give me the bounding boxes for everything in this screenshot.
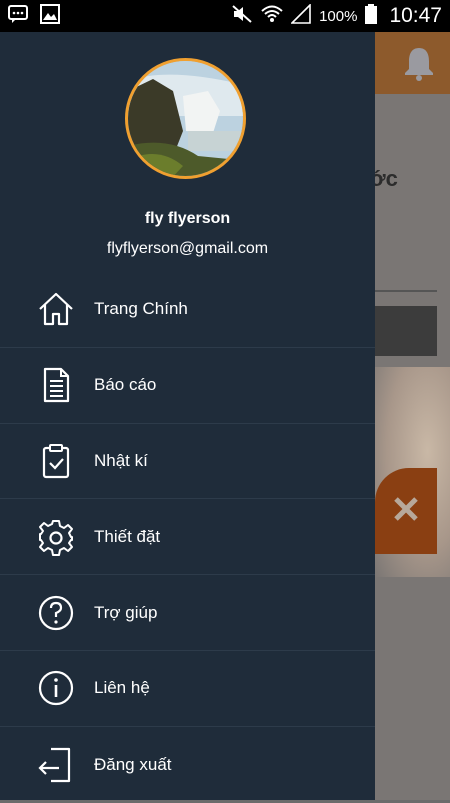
bell-icon[interactable] (400, 44, 438, 87)
menu-item-diary[interactable]: Nhật kí (0, 424, 375, 500)
menu-item-contact[interactable]: Liên hệ (0, 651, 375, 727)
menu-item-report[interactable]: Báo cáo (0, 348, 375, 424)
navigation-drawer: fly flyerson flyflyerson@gmail.com Trang… (0, 32, 375, 800)
menu-item-help[interactable]: Trợ giúp (0, 575, 375, 651)
message-notification-icon (8, 4, 28, 29)
mute-icon (231, 4, 253, 29)
battery-icon (365, 3, 378, 29)
menu-item-label: Đăng xuất (94, 754, 172, 774)
document-icon (36, 365, 76, 405)
menu-item-home[interactable]: Trang Chính (0, 272, 375, 348)
menu-item-label: Trang Chính (94, 299, 188, 319)
wifi-icon (261, 4, 283, 29)
menu-item-settings[interactable]: Thiết đặt (0, 499, 375, 576)
battery-percent: 100% (319, 7, 358, 25)
signal-icon (290, 2, 311, 29)
home-icon (36, 289, 76, 329)
menu-item-label: Báo cáo (94, 375, 157, 395)
menu-item-label: Trợ giúp (94, 602, 158, 622)
background-divider (375, 290, 437, 292)
menu-item-logout[interactable]: Đăng xuất (0, 727, 375, 803)
background-bar (375, 306, 437, 356)
drawer-menu: Trang Chính Báo cáo Nhật kí Thiết đặt Tr… (0, 272, 375, 803)
logout-icon (36, 745, 76, 785)
menu-item-label: Nhật kí (94, 450, 148, 470)
clock: 10:47 (389, 4, 442, 27)
user-name: fly flyerson (144, 210, 231, 227)
help-icon (36, 593, 76, 633)
menu-item-label: Thiết đặt (94, 526, 161, 546)
menu-item-label: Liên hệ (94, 678, 150, 698)
close-button[interactable] (375, 468, 437, 554)
status-right: 100% 10:47 (231, 2, 442, 29)
avatar[interactable] (125, 58, 246, 179)
image-notification-icon (40, 3, 60, 29)
clipboard-check-icon (36, 441, 76, 481)
user-email: flyflyerson@gmail.com (106, 240, 269, 257)
status-left (8, 3, 60, 29)
close-icon (392, 495, 420, 528)
info-icon (36, 668, 76, 708)
status-bar: 100% 10:47 (0, 0, 450, 32)
gear-icon (36, 517, 76, 557)
